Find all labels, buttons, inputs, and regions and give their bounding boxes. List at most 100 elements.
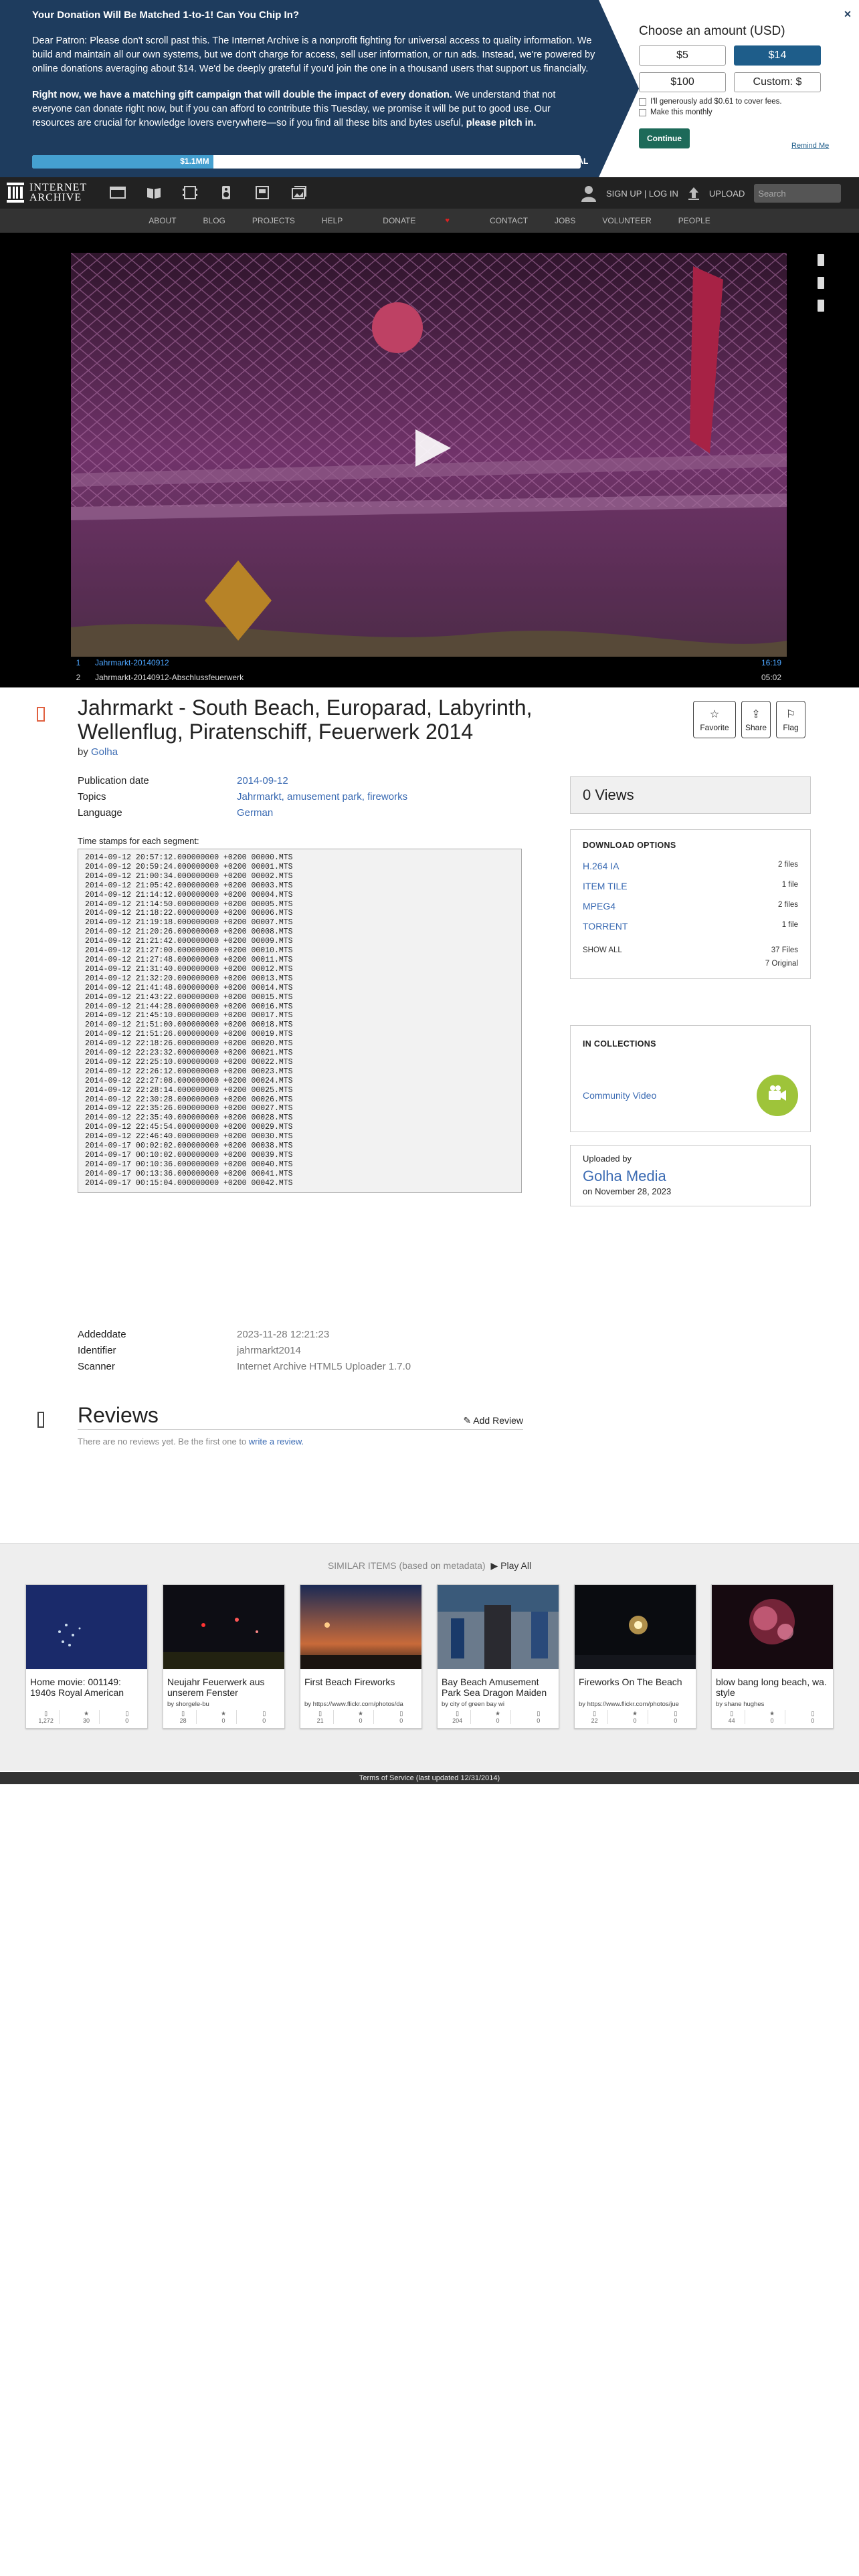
segment-line: 2014-09-12 22:18:26.000000000 +0200 0002…	[85, 1039, 293, 1049]
amount-100-button[interactable]: $100	[639, 72, 726, 92]
add-review-button[interactable]: ✎ Add Review	[463, 1415, 523, 1426]
donation-progress-fill: $1.1MM	[32, 155, 213, 169]
nav-help[interactable]: HELP	[308, 216, 356, 225]
write-review-link[interactable]: write a review.	[249, 1436, 304, 1446]
nav-people[interactable]: PEOPLE	[665, 216, 724, 225]
format-name[interactable]: MPEG4	[583, 901, 615, 911]
creator-link[interactable]: Golha	[91, 746, 118, 758]
checkbox-box[interactable]	[639, 108, 646, 116]
nav-donate[interactable]: DONATE ♥	[356, 216, 476, 225]
video-icon[interactable]	[182, 185, 198, 200]
nav-about[interactable]: ABOUT	[135, 216, 189, 225]
download-format[interactable]: TORRENT 1 file	[583, 921, 798, 932]
fullscreen-icon[interactable]	[818, 254, 824, 266]
format-name[interactable]: ITEM TILE	[583, 881, 628, 891]
nav-contact[interactable]: CONTACT	[476, 216, 541, 225]
flag-button[interactable]: ⚐ Flag	[776, 701, 805, 738]
language-link[interactable]: German	[237, 805, 273, 821]
show-all-link[interactable]: SHOW ALL	[583, 946, 622, 954]
meta-key: Language	[78, 807, 122, 819]
similar-card[interactable]: Home movie: 001149: 1940s Royal American…	[25, 1584, 148, 1729]
similar-card[interactable]: Neujahr Feuerwerk aus unserem Fenster by…	[163, 1584, 285, 1729]
signup-login-link[interactable]: SIGN UP | LOG IN	[606, 189, 678, 199]
flag-icon: ⚐	[785, 708, 796, 720]
nav-projects[interactable]: PROJECTS	[239, 216, 308, 225]
segment-line: 2014-09-12 21:20:26.000000000 +0200 0000…	[85, 928, 293, 937]
playlist-item[interactable]: 1 Jahrmarkt-20140912 16:19	[71, 655, 787, 670]
checkbox-box[interactable]	[639, 98, 646, 106]
share-button[interactable]: ⇪ Share	[741, 701, 771, 738]
segment-line: 2014-09-12 21:14:12.000000000 +0200 0000…	[85, 890, 293, 899]
similar-card[interactable]: Bay Beach Amusement Park Sea Dragon Maid…	[437, 1584, 559, 1729]
play-icon[interactable]	[412, 428, 452, 468]
card-thumbnail	[26, 1585, 147, 1669]
reviews-stat: ▯ 0	[399, 1710, 403, 1724]
format-name[interactable]: H.264 IA	[583, 861, 619, 871]
images-icon[interactable]	[290, 185, 306, 200]
audio-icon[interactable]	[218, 185, 234, 200]
upload-icon[interactable]	[688, 187, 700, 200]
reviews-count: 0	[537, 1717, 541, 1724]
community-video-icon[interactable]	[757, 1075, 798, 1116]
logo-line-1: INTERNET	[29, 182, 88, 193]
nav-jobs[interactable]: JOBS	[541, 216, 589, 225]
segment-line: 2014-09-12 21:19:18.000000000 +0200 0000…	[85, 918, 293, 928]
card-title: Bay Beach Amusement Park Sea Dragon Maid…	[442, 1677, 547, 1698]
meta-row: Scanner Internet Archive HTML5 Uploader 1…	[78, 1359, 411, 1375]
nav-donate-label: DONATE	[383, 216, 416, 225]
cover-fees-checkbox[interactable]: I'll generously add $0.61 to cover fees.	[639, 98, 840, 106]
terms-link[interactable]: Terms of Service (last updated 12/31/201…	[359, 1774, 500, 1782]
segment-line: 2014-09-12 21:00:34.000000000 +0200 0000…	[85, 871, 293, 881]
user-icon[interactable]	[581, 185, 597, 202]
collection-link[interactable]: Community Video	[583, 1090, 656, 1101]
amount-grid: $5 $14 $100 Custom: $	[639, 45, 840, 92]
nav-volunteer[interactable]: VOLUNTEER	[589, 216, 664, 225]
camera-icon	[769, 1085, 786, 1101]
download-format[interactable]: MPEG4 2 files	[583, 901, 798, 911]
scanner: Internet Archive HTML5 Uploader 1.7.0	[237, 1361, 411, 1372]
amount-14-button[interactable]: $14	[734, 45, 821, 66]
segments-box: 2014-09-12 20:57:12.000000000 +0200 0000…	[78, 849, 522, 1193]
format-count: 2 files	[777, 901, 798, 909]
format-name[interactable]: TORRENT	[583, 921, 628, 932]
upload-link[interactable]: UPLOAD	[709, 189, 745, 199]
download-format[interactable]: ITEM TILE 1 file	[583, 881, 798, 891]
uploader-link[interactable]: Golha Media	[583, 1168, 798, 1185]
card-thumbnail	[163, 1585, 284, 1669]
internet-archive-logo[interactable]: INTERNET ARCHIVE	[7, 183, 87, 203]
meta-key: Identifier	[78, 1345, 116, 1356]
close-icon[interactable]: ✕	[840, 7, 855, 21]
favorite-button[interactable]: ☆ Favorite	[693, 701, 736, 738]
playlist-duration: 05:02	[761, 673, 781, 682]
settings-icon[interactable]	[818, 277, 824, 289]
share-icon[interactable]	[818, 300, 824, 312]
similar-card[interactable]: blow bang long beach, wa. style by shane…	[711, 1584, 834, 1729]
similar-card[interactable]: First Beach Fireworks by https://www.fli…	[300, 1584, 422, 1729]
amount-custom-input[interactable]: Custom: $	[734, 72, 821, 92]
top-bar: INTERNET ARCHIVE SIGN UP | LOG IN UPLOAD …	[0, 177, 859, 209]
segment-line: 2014-09-12 21:14:50.000000000 +0200 0000…	[85, 899, 293, 909]
texts-icon[interactable]	[146, 185, 162, 200]
remind-me-link[interactable]: Remind Me	[791, 142, 829, 150]
publication-date-link[interactable]: 2014-09-12	[237, 773, 288, 789]
favorites-stat: ★ 0	[347, 1710, 375, 1724]
similar-card[interactable]: Fireworks On The Beach by https://www.fl…	[574, 1584, 696, 1729]
playlist-item[interactable]: 2 Jahrmarkt-20140912-Abschlussfeuerwerk …	[71, 670, 787, 685]
segment-line: 2014-09-12 20:57:12.000000000 +0200 0000…	[85, 853, 293, 862]
web-icon[interactable]	[110, 185, 126, 200]
topics-links[interactable]: Jahrmarkt, amusement park, fireworks	[237, 789, 407, 805]
heart-icon: ♥	[445, 217, 450, 225]
meta-key: Addeddate	[78, 1329, 126, 1340]
search-input[interactable]: Search	[754, 184, 842, 203]
download-format[interactable]: H.264 IA 2 files	[583, 861, 798, 871]
favorite-label: Favorite	[700, 722, 729, 732]
monthly-checkbox[interactable]: Make this monthly	[639, 108, 840, 116]
software-icon[interactable]	[254, 185, 270, 200]
views-stat: ▯ 22	[581, 1710, 609, 1724]
video-frame[interactable]	[71, 253, 787, 657]
amount-5-button[interactable]: $5	[639, 45, 726, 66]
nav-blog[interactable]: BLOG	[190, 216, 239, 225]
views-count: 1,272	[38, 1717, 54, 1724]
continue-button[interactable]: Continue	[639, 128, 690, 148]
play-all-button[interactable]: ▶ Play All	[490, 1560, 531, 1571]
